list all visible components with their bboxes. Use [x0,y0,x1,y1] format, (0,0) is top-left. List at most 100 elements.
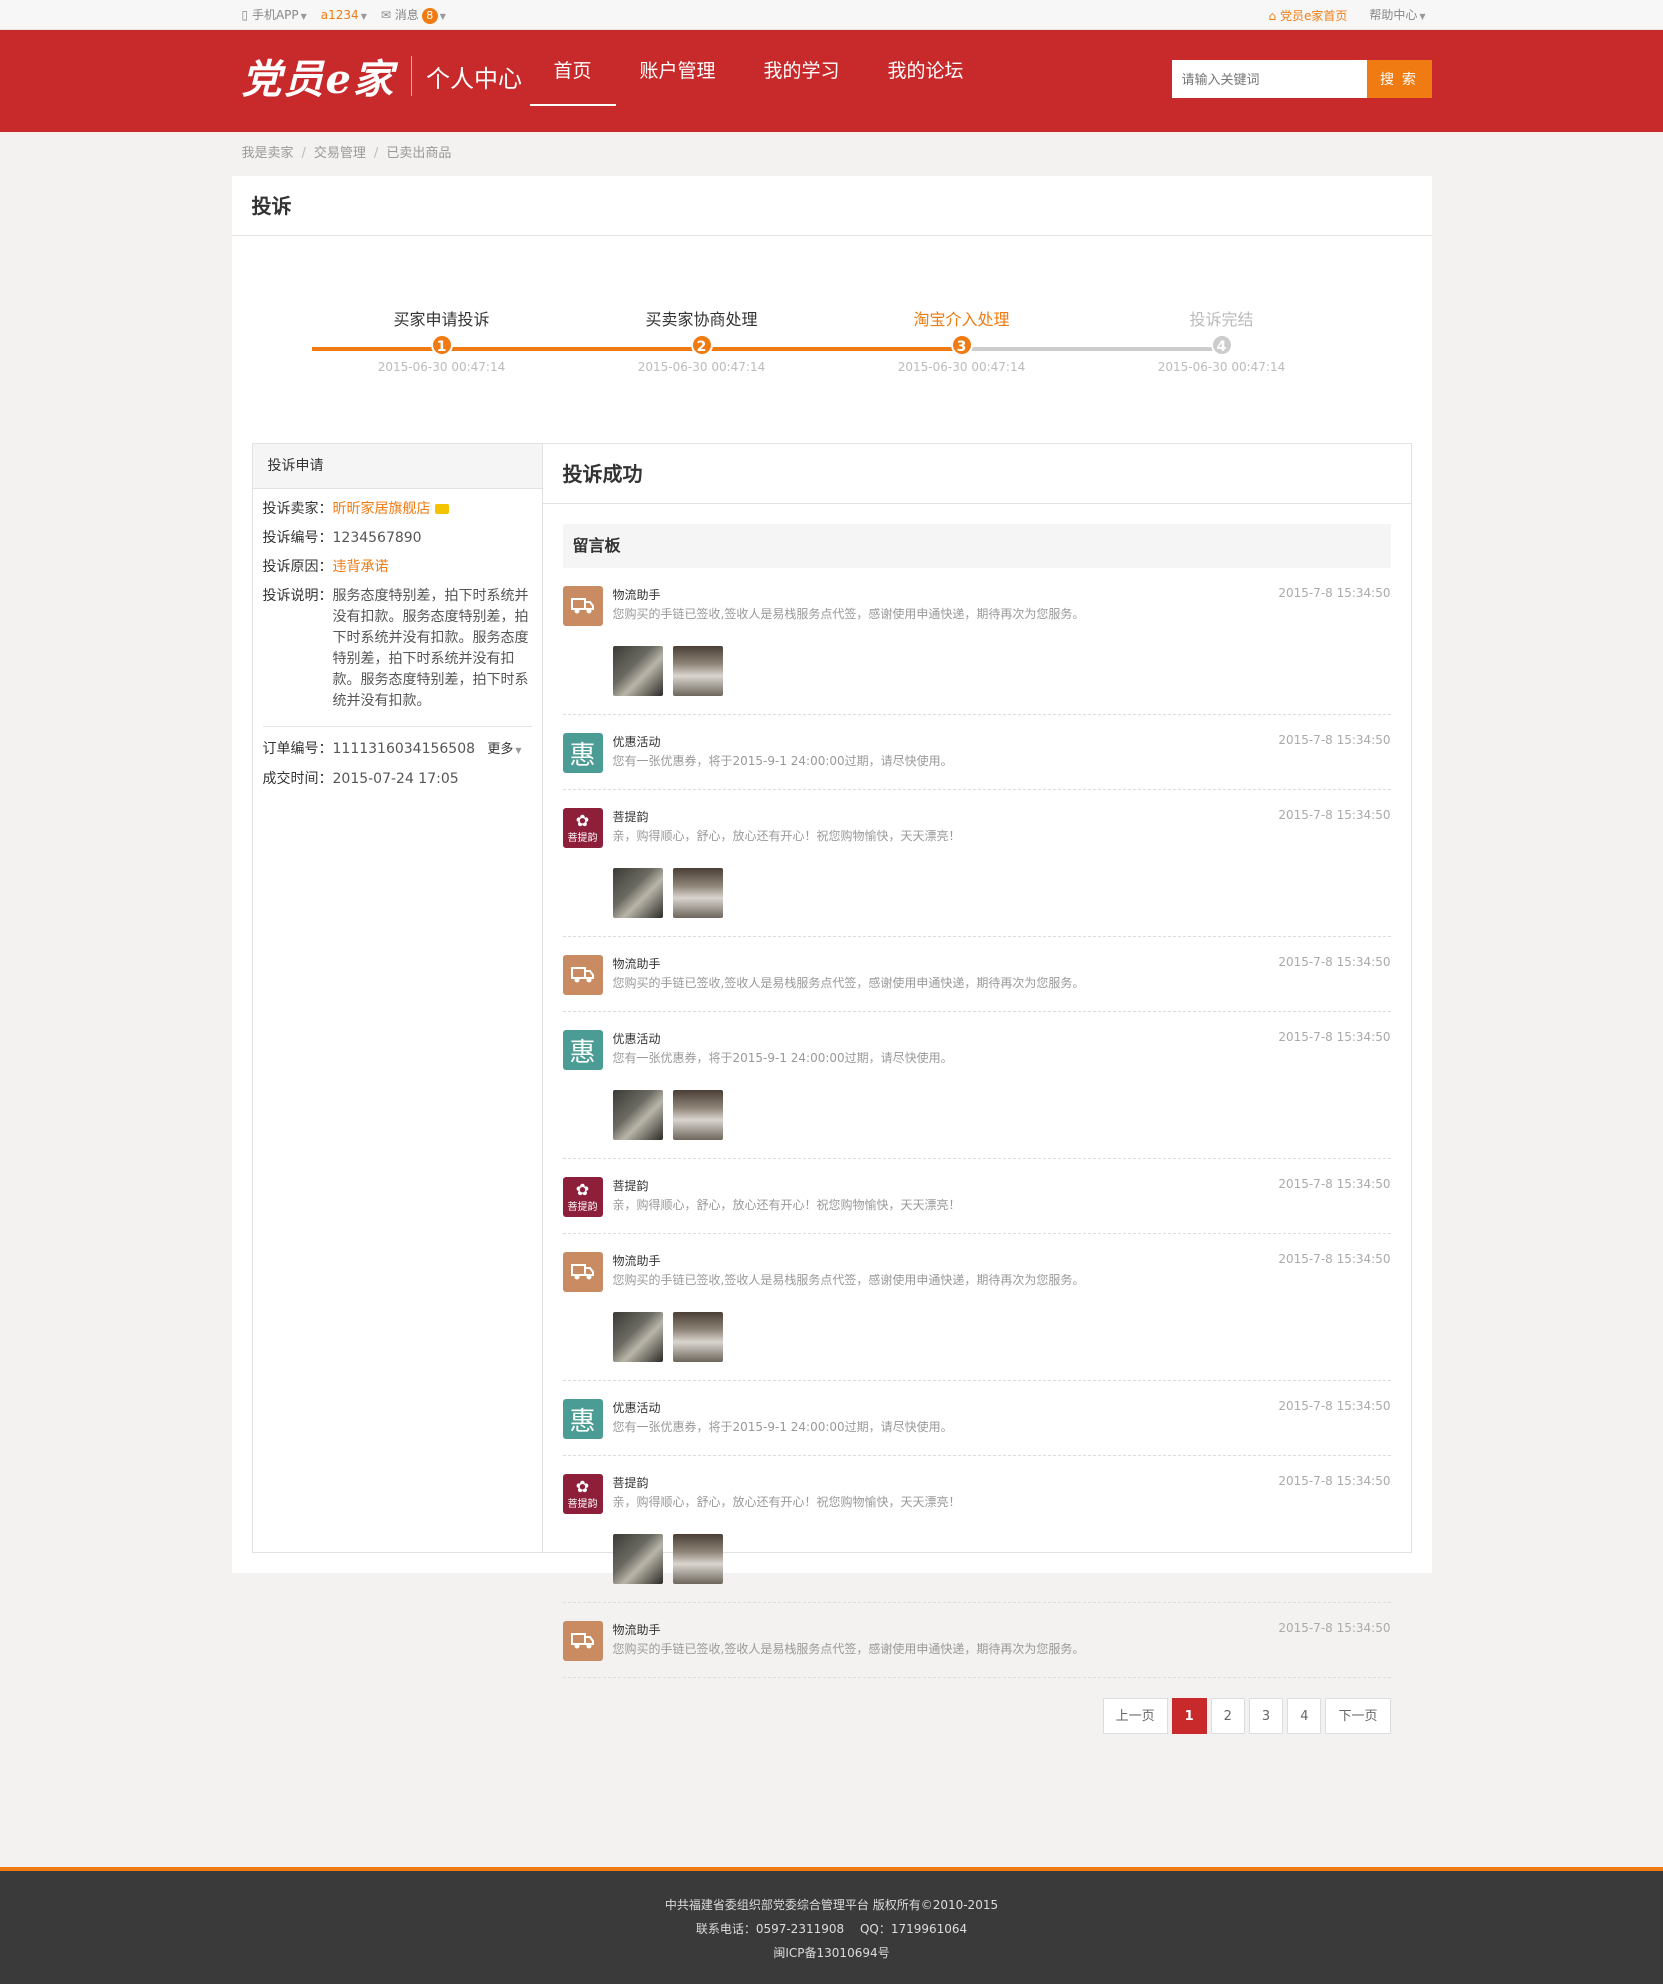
message-time: 2015-7-8 15:34:50 [1278,1177,1391,1191]
logo-text: 党员e家 [241,56,395,103]
message-time: 2015-7-8 15:34:50 [1278,1621,1391,1635]
message-text: 您有一张优惠券，将于2015-9-1 24:00:00过期，请尽快使用。 [612,1051,953,1065]
search-input[interactable] [1171,60,1367,98]
nav-forum[interactable]: 我的论坛 [864,34,988,106]
thumbnail-image[interactable] [612,1090,663,1140]
breadcrumb-item[interactable]: 我是卖家 [242,146,294,161]
nav-home[interactable]: 首页 [529,34,616,106]
message-images [612,1312,1391,1362]
logo-divider [410,56,412,96]
home-link[interactable]: ⌂ 党员e家首页 [1268,1,1347,31]
complaint-info: 投诉申请 投诉卖家： 昕昕家居旗舰店 投诉编号： 1234567890 投诉原因：违… [252,444,543,1552]
thumbnail-image[interactable] [672,1312,723,1362]
message-images [612,1534,1391,1584]
thumbnail-image[interactable] [612,1534,663,1584]
site-logo[interactable]: 党员e家 个人中心 [242,46,522,106]
message-sender: 菩提韵 [612,1179,649,1193]
truck-icon [562,1621,603,1661]
shop-logo-icon: ✿ 菩提韵 [562,1474,603,1514]
page-1-button[interactable]: 1 [1171,1698,1207,1734]
message-sender: 物流助手 [612,1254,661,1268]
message-item: 惠优惠活动您有一张优惠券，将于2015-9-1 24:00:00过期，请尽快使用… [562,715,1391,790]
thumbnail-image[interactable] [612,646,663,696]
seller-link[interactable]: 昕昕家居旗舰店 [333,499,449,520]
chevron-down-icon: ▼ [439,12,446,21]
footer: 中共福建省委组织部党委综合管理平台 版权所有©2010-2015 联系电话：05… [0,1867,1663,1984]
message-item: ✿ 菩提韵 菩提韵 亲，购得顺心，舒心，放心还有开心！祝您购物愉快，天天漂亮！ 2015… [562,790,1391,937]
message-list: 物流助手您购买的手链已签收,签收人是易栈服务点代签，感谢使用申通快递，期待再次为… [562,568,1391,1678]
message-item: ✿ 菩提韵 菩提韵亲，购得顺心，舒心，放心还有开心！祝您购物愉快，天天漂亮！ 2015… [562,1159,1391,1234]
search-button[interactable]: 搜 索 [1366,60,1432,98]
chevron-down-icon: ▼ [300,12,307,21]
page-title: 投诉 [231,176,1432,236]
pagination: 上一页 1 2 3 4 下一页 [563,1698,1391,1734]
complaint-reason: 违背承诺 [332,559,389,575]
complaint-number: 1234567890 [332,530,422,546]
logo-subtitle: 个人中心 [425,64,522,93]
prev-page-button[interactable]: 上一页 [1102,1698,1168,1734]
message-text: 您购买的手链已签收,签收人是易栈服务点代签，感谢使用申通快递，期待再次为您服务。 [612,607,1085,621]
progress-steps: 买家申请投诉 1 2015-06-30 00:47:14 买卖家协商处理 2 2… [232,236,1432,443]
home-icon: ⌂ [1268,9,1277,23]
message-item: 物流助手您购买的手链已签收,签收人是易栈服务点代签，感谢使用申通快递，期待再次为… [562,937,1391,1012]
footer-copyright: 中共福建省委组织部党委综合管理平台 版权所有©2010-2015 [664,1898,999,1912]
message-board: 留言板 物流助手 您购买的手链已签收,签收人是易栈服务点代签，感谢使用申通快递，期… [562,524,1391,1734]
chat-icon[interactable] [434,504,449,514]
header: 党员e家 个人中心 首页 账户管理 我的学习 我的论坛 搜 索 [0,30,1663,132]
breadcrumb-item[interactable]: 交易管理 [314,146,366,161]
thumbnail-image[interactable] [672,868,723,918]
message-text: 您购买的手链已签收,签收人是易栈服务点代签，感谢使用申通快递，期待再次为您服务。 [612,1273,1085,1287]
message-images [612,646,1391,696]
shop-logo-icon: ✿ 菩提韵 [562,1177,603,1217]
thumbnail-image[interactable] [672,1090,723,1140]
chevron-down-icon: ▼ [515,746,522,755]
nav-study[interactable]: 我的学习 [740,34,864,106]
page-4-button[interactable]: 4 [1287,1698,1322,1734]
mobile-app-link[interactable]: ▯ 手机APP ▼ [242,0,307,32]
messages-link[interactable]: ✉ 消息 8 ▼ [381,0,446,32]
message-sender: 优惠活动 [612,1032,661,1046]
message-time: 2015-7-8 15:34:50 [1278,1030,1391,1044]
thumbnail-image[interactable] [612,868,663,918]
coupon-icon: 惠 [562,733,603,773]
step-2: 买卖家协商处理 2 2015-06-30 00:47:14 [637,310,766,374]
message-sender: 优惠活动 [612,735,661,749]
message-time: 2015-7-8 15:34:50 [1278,955,1391,969]
message-item: 物流助手 您购买的手链已签收,签收人是易栈服务点代签，感谢使用申通快递，期待再次为… [562,1603,1391,1678]
message-text: 您有一张优惠券，将于2015-9-1 24:00:00过期，请尽快使用。 [612,754,953,768]
thumbnail-image[interactable] [612,1312,663,1362]
help-menu[interactable]: 帮助中心 ▼ [1369,0,1425,32]
truck-icon [562,586,603,626]
message-item: 物流助手 您购买的手链已签收,签收人是易栈服务点代签，感谢使用申通快递，期待再次为… [562,568,1391,715]
message-text: 亲，购得顺心，舒心，放心还有开心！祝您购物愉快，天天漂亮！ [612,1198,961,1212]
complaint-content: 投诉申请 投诉卖家： 昕昕家居旗舰店 投诉编号： 1234567890 投诉原因：违… [251,443,1412,1734]
page-3-button[interactable]: 3 [1248,1698,1284,1734]
complaint-result: 投诉成功 留言板 物流助手 您购买的手链已签收,签收人是易栈服务点代签，感谢使用申… [542,444,1411,1734]
page-2-button[interactable]: 2 [1210,1698,1245,1734]
message-time: 2015-7-8 15:34:50 [1278,586,1391,600]
order-number: 1111316034156508 [332,741,476,757]
breadcrumb-item: 已卖出商品 [386,146,452,161]
step-3: 淘宝介入处理 3 2015-06-30 00:47:14 [897,310,1026,374]
mail-icon: ✉ [380,8,391,22]
message-item: 惠优惠活动 您有一张优惠券，将于2015-9-1 24:00:00过期，请尽快使用… [562,1381,1391,1456]
chevron-down-icon: ▼ [1419,12,1426,21]
footer-contact: 联系电话：0597-2311908 QQ：1719961064 [695,1922,968,1936]
message-sender: 物流助手 [612,957,661,971]
nav-account[interactable]: 账户管理 [616,34,740,106]
complaint-description: 服务态度特别差，拍下时系统并没有扣款。服务态度特别差，拍下时系统并没有扣款。服务… [332,588,529,709]
thumbnail-image[interactable] [672,1534,723,1584]
user-menu[interactable]: a1234 ▼ [321,0,367,32]
chevron-down-icon: ▼ [360,12,367,21]
thumbnail-image[interactable] [672,646,723,696]
breadcrumb: 我是卖家 / 交易管理 / 已卖出商品 [241,146,452,161]
message-time: 2015-7-8 15:34:50 [1278,1474,1391,1488]
next-page-button[interactable]: 下一页 [1325,1698,1391,1734]
result-title: 投诉成功 [542,444,1411,504]
message-text: 您购买的手链已签收,签收人是易栈服务点代签，感谢使用申通快递，期待再次为您服务。 [612,976,1085,990]
more-toggle[interactable]: 更多 ▼ [487,739,521,761]
step-4: 投诉完结 4 2015-06-30 00:47:14 [1157,310,1286,374]
message-sender: 物流助手 [612,1623,661,1637]
message-time: 2015-7-8 15:34:50 [1278,1252,1391,1266]
message-text: 亲，购得顺心，舒心，放心还有开心！祝您购物愉快，天天漂亮！ [612,829,961,843]
